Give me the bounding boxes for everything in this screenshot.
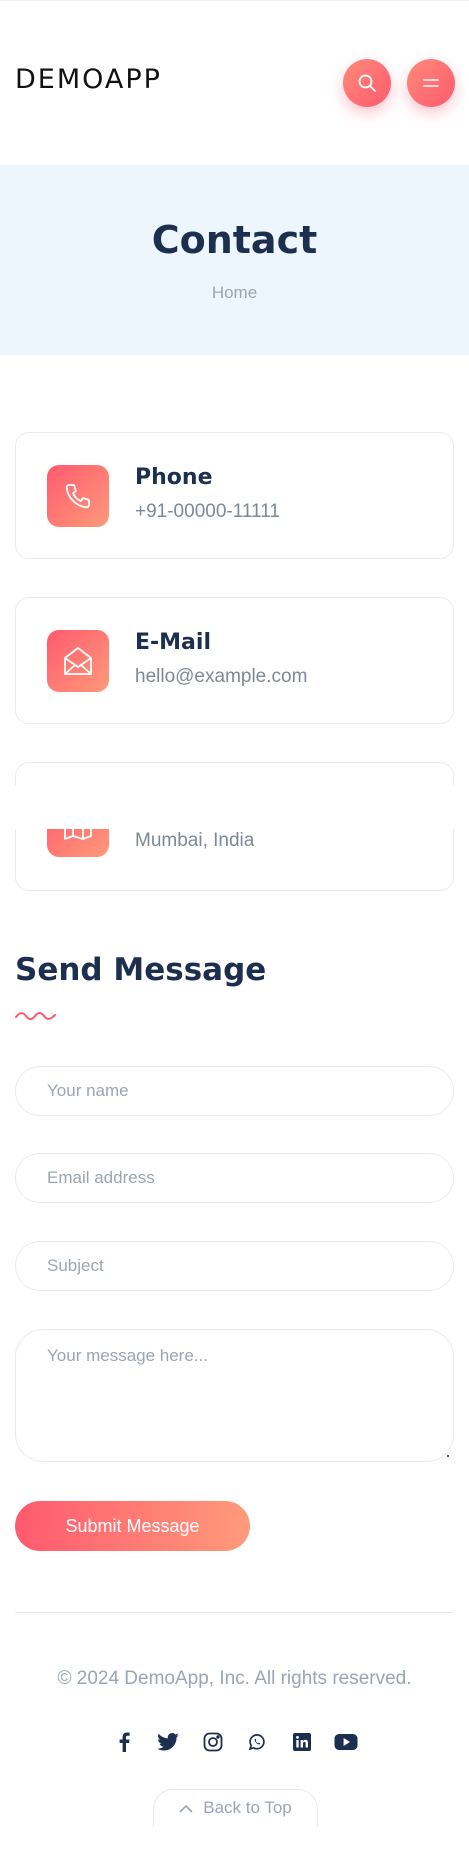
chevron-up-icon <box>179 1804 193 1812</box>
contact-card-title: Phone <box>135 465 213 490</box>
email-input[interactable]: Email address <box>15 1153 454 1203</box>
instagram-icon[interactable] <box>199 1728 227 1756</box>
message-placeholder: Your message here... <box>47 1346 208 1365</box>
phone-icon-box <box>47 465 109 527</box>
message-textarea[interactable]: Your message here... <box>15 1329 454 1462</box>
textarea-resize-handle[interactable] <box>447 1455 449 1457</box>
map-icon-box <box>47 829 109 857</box>
contact-card-title: E-Mail <box>135 630 211 655</box>
name-input[interactable]: Your name <box>15 1066 454 1116</box>
subject-input[interactable]: Subject <box>15 1241 454 1291</box>
submit-message-button[interactable]: Submit Message <box>15 1501 250 1551</box>
page-title: Contact <box>151 218 318 262</box>
mail-icon <box>64 647 92 675</box>
map-icon <box>64 829 92 840</box>
twitter-icon[interactable] <box>154 1728 182 1756</box>
email-address[interactable]: hello@example.com <box>135 666 307 688</box>
contact-card-phone: Phone +91-00000-11111 <box>15 432 454 559</box>
youtube-icon[interactable] <box>332 1728 360 1756</box>
back-to-top-label: Back to Top <box>203 1798 292 1817</box>
mail-icon-box <box>47 630 109 692</box>
app-logo[interactable]: DEMOAPP <box>15 65 162 95</box>
search-icon <box>358 74 376 92</box>
back-to-top-button[interactable]: Back to Top <box>153 1789 318 1826</box>
phone-number[interactable]: +91-00000-11111 <box>135 501 280 523</box>
address-text: Mumbai, India <box>135 830 255 851</box>
phone-icon <box>65 484 90 509</box>
whatsapp-icon[interactable] <box>243 1728 271 1756</box>
email-placeholder: Email address <box>47 1168 155 1187</box>
top-border <box>0 0 469 1</box>
search-button[interactable] <box>343 59 391 107</box>
facebook-icon[interactable] <box>110 1728 138 1756</box>
footer-divider <box>15 1612 454 1613</box>
contact-card-address-top <box>15 762 454 785</box>
linkedin-icon[interactable] <box>288 1728 316 1756</box>
menu-button[interactable] <box>407 59 455 107</box>
name-placeholder: Your name <box>47 1081 129 1100</box>
copyright-text: © 2024 DemoApp, Inc. All rights reserved… <box>57 1668 412 1689</box>
contact-card-email: E-Mail hello@example.com <box>15 597 454 724</box>
subject-placeholder: Subject <box>47 1256 104 1275</box>
social-links <box>110 1727 360 1757</box>
menu-icon <box>423 79 439 87</box>
breadcrumb-home[interactable]: Home <box>0 283 469 303</box>
contact-card-address: Mumbai, India <box>15 829 454 891</box>
title-underline-squiggle <box>15 1012 56 1020</box>
form-title: Send Message <box>15 952 267 988</box>
